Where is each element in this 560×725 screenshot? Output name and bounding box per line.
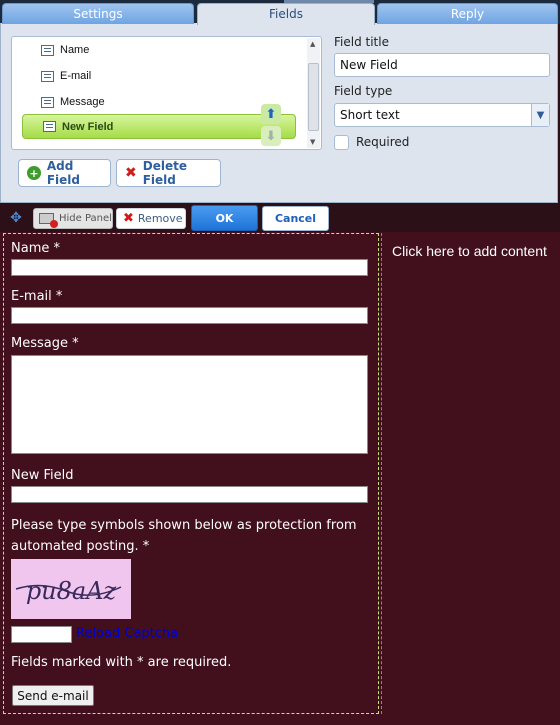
chevron-down-icon[interactable]: ▼ xyxy=(531,104,549,126)
move-down-arrow-icon[interactable]: ⬇ xyxy=(261,126,281,146)
list-item-label: Name xyxy=(60,44,90,56)
remove-label: Remove xyxy=(137,212,183,225)
field-title-input[interactable] xyxy=(334,53,550,77)
ok-button[interactable]: OK xyxy=(191,205,258,231)
close-icon: ✖ xyxy=(123,211,134,226)
required-note: Fields marked with * are required. xyxy=(11,655,232,670)
list-item-label: New Field xyxy=(62,120,114,133)
reload-captcha-link[interactable]: Reload Captcha xyxy=(76,626,178,641)
message-textarea[interactable] xyxy=(11,355,368,454)
field-icon xyxy=(41,44,54,56)
delete-field-label: Delete Field xyxy=(142,159,187,187)
list-item-new-field[interactable]: New Field xyxy=(22,114,296,139)
cancel-button[interactable]: Cancel xyxy=(262,206,329,231)
list-item-email[interactable]: E-mail xyxy=(21,63,296,89)
required-checkbox[interactable] xyxy=(334,135,349,150)
close-icon: ✖ xyxy=(125,165,137,181)
plus-icon: + xyxy=(27,166,41,180)
new-field-input[interactable] xyxy=(11,486,368,503)
field-icon xyxy=(41,70,54,82)
field-title-label: Field title xyxy=(334,35,389,49)
captcha-graphic: pu8aAz xyxy=(15,577,122,605)
new-field-label: New Field xyxy=(11,468,74,483)
add-content-hint[interactable]: Click here to add content xyxy=(392,243,547,259)
captcha-prompt: Please type symbols shown below as prote… xyxy=(11,518,357,554)
field-type-value: Short text xyxy=(340,108,400,122)
scroll-thumb[interactable] xyxy=(308,63,319,131)
captcha-image: pu8aAz xyxy=(11,559,131,619)
remove-button[interactable]: ✖ Remove xyxy=(116,208,186,229)
list-item-name[interactable]: Name xyxy=(21,37,296,63)
required-label: Required xyxy=(356,135,410,149)
move-up-arrow-icon[interactable]: ⬆ xyxy=(261,104,281,124)
field-icon xyxy=(43,121,56,132)
list-item-label: Message xyxy=(60,96,105,108)
email-label: E-mail * xyxy=(11,289,63,304)
tab-reply[interactable]: Reply xyxy=(377,3,558,24)
email-input[interactable] xyxy=(11,307,368,324)
scroll-down-arrow-icon[interactable]: ▼ xyxy=(310,138,315,146)
captcha-text: pu8aAz xyxy=(26,577,117,605)
field-icon xyxy=(41,96,54,108)
add-field-button[interactable]: + Add Field xyxy=(18,159,111,187)
field-type-label: Field type xyxy=(334,84,393,98)
delete-field-button[interactable]: ✖ Delete Field xyxy=(116,159,221,187)
move-icon[interactable]: ✥ xyxy=(3,207,29,229)
hide-panel-label: Hide Panel xyxy=(59,213,112,224)
scroll-up-arrow-icon[interactable]: ▲ xyxy=(310,40,315,48)
message-label: Message * xyxy=(11,336,79,351)
hide-panel-button[interactable]: Hide Panel xyxy=(33,208,113,229)
move-controls: ⬆ ⬇ xyxy=(261,104,281,146)
empty-content-area[interactable] xyxy=(381,233,560,714)
list-scrollbar[interactable]: ▲ ▼ xyxy=(307,38,320,148)
name-label: Name * xyxy=(11,241,60,256)
send-email-button[interactable]: Send e-mail xyxy=(12,685,94,706)
tab-settings[interactable]: Settings xyxy=(2,3,194,24)
add-field-label: Add Field xyxy=(46,159,81,187)
tab-fields[interactable]: Fields xyxy=(197,3,375,25)
field-type-select[interactable]: Short text ▼ xyxy=(334,103,550,127)
captcha-input[interactable] xyxy=(11,626,72,643)
hide-panel-icon xyxy=(39,213,58,228)
name-input[interactable] xyxy=(11,259,368,276)
list-item-label: E-mail xyxy=(60,70,92,82)
list-item-message[interactable]: Message xyxy=(21,89,296,115)
